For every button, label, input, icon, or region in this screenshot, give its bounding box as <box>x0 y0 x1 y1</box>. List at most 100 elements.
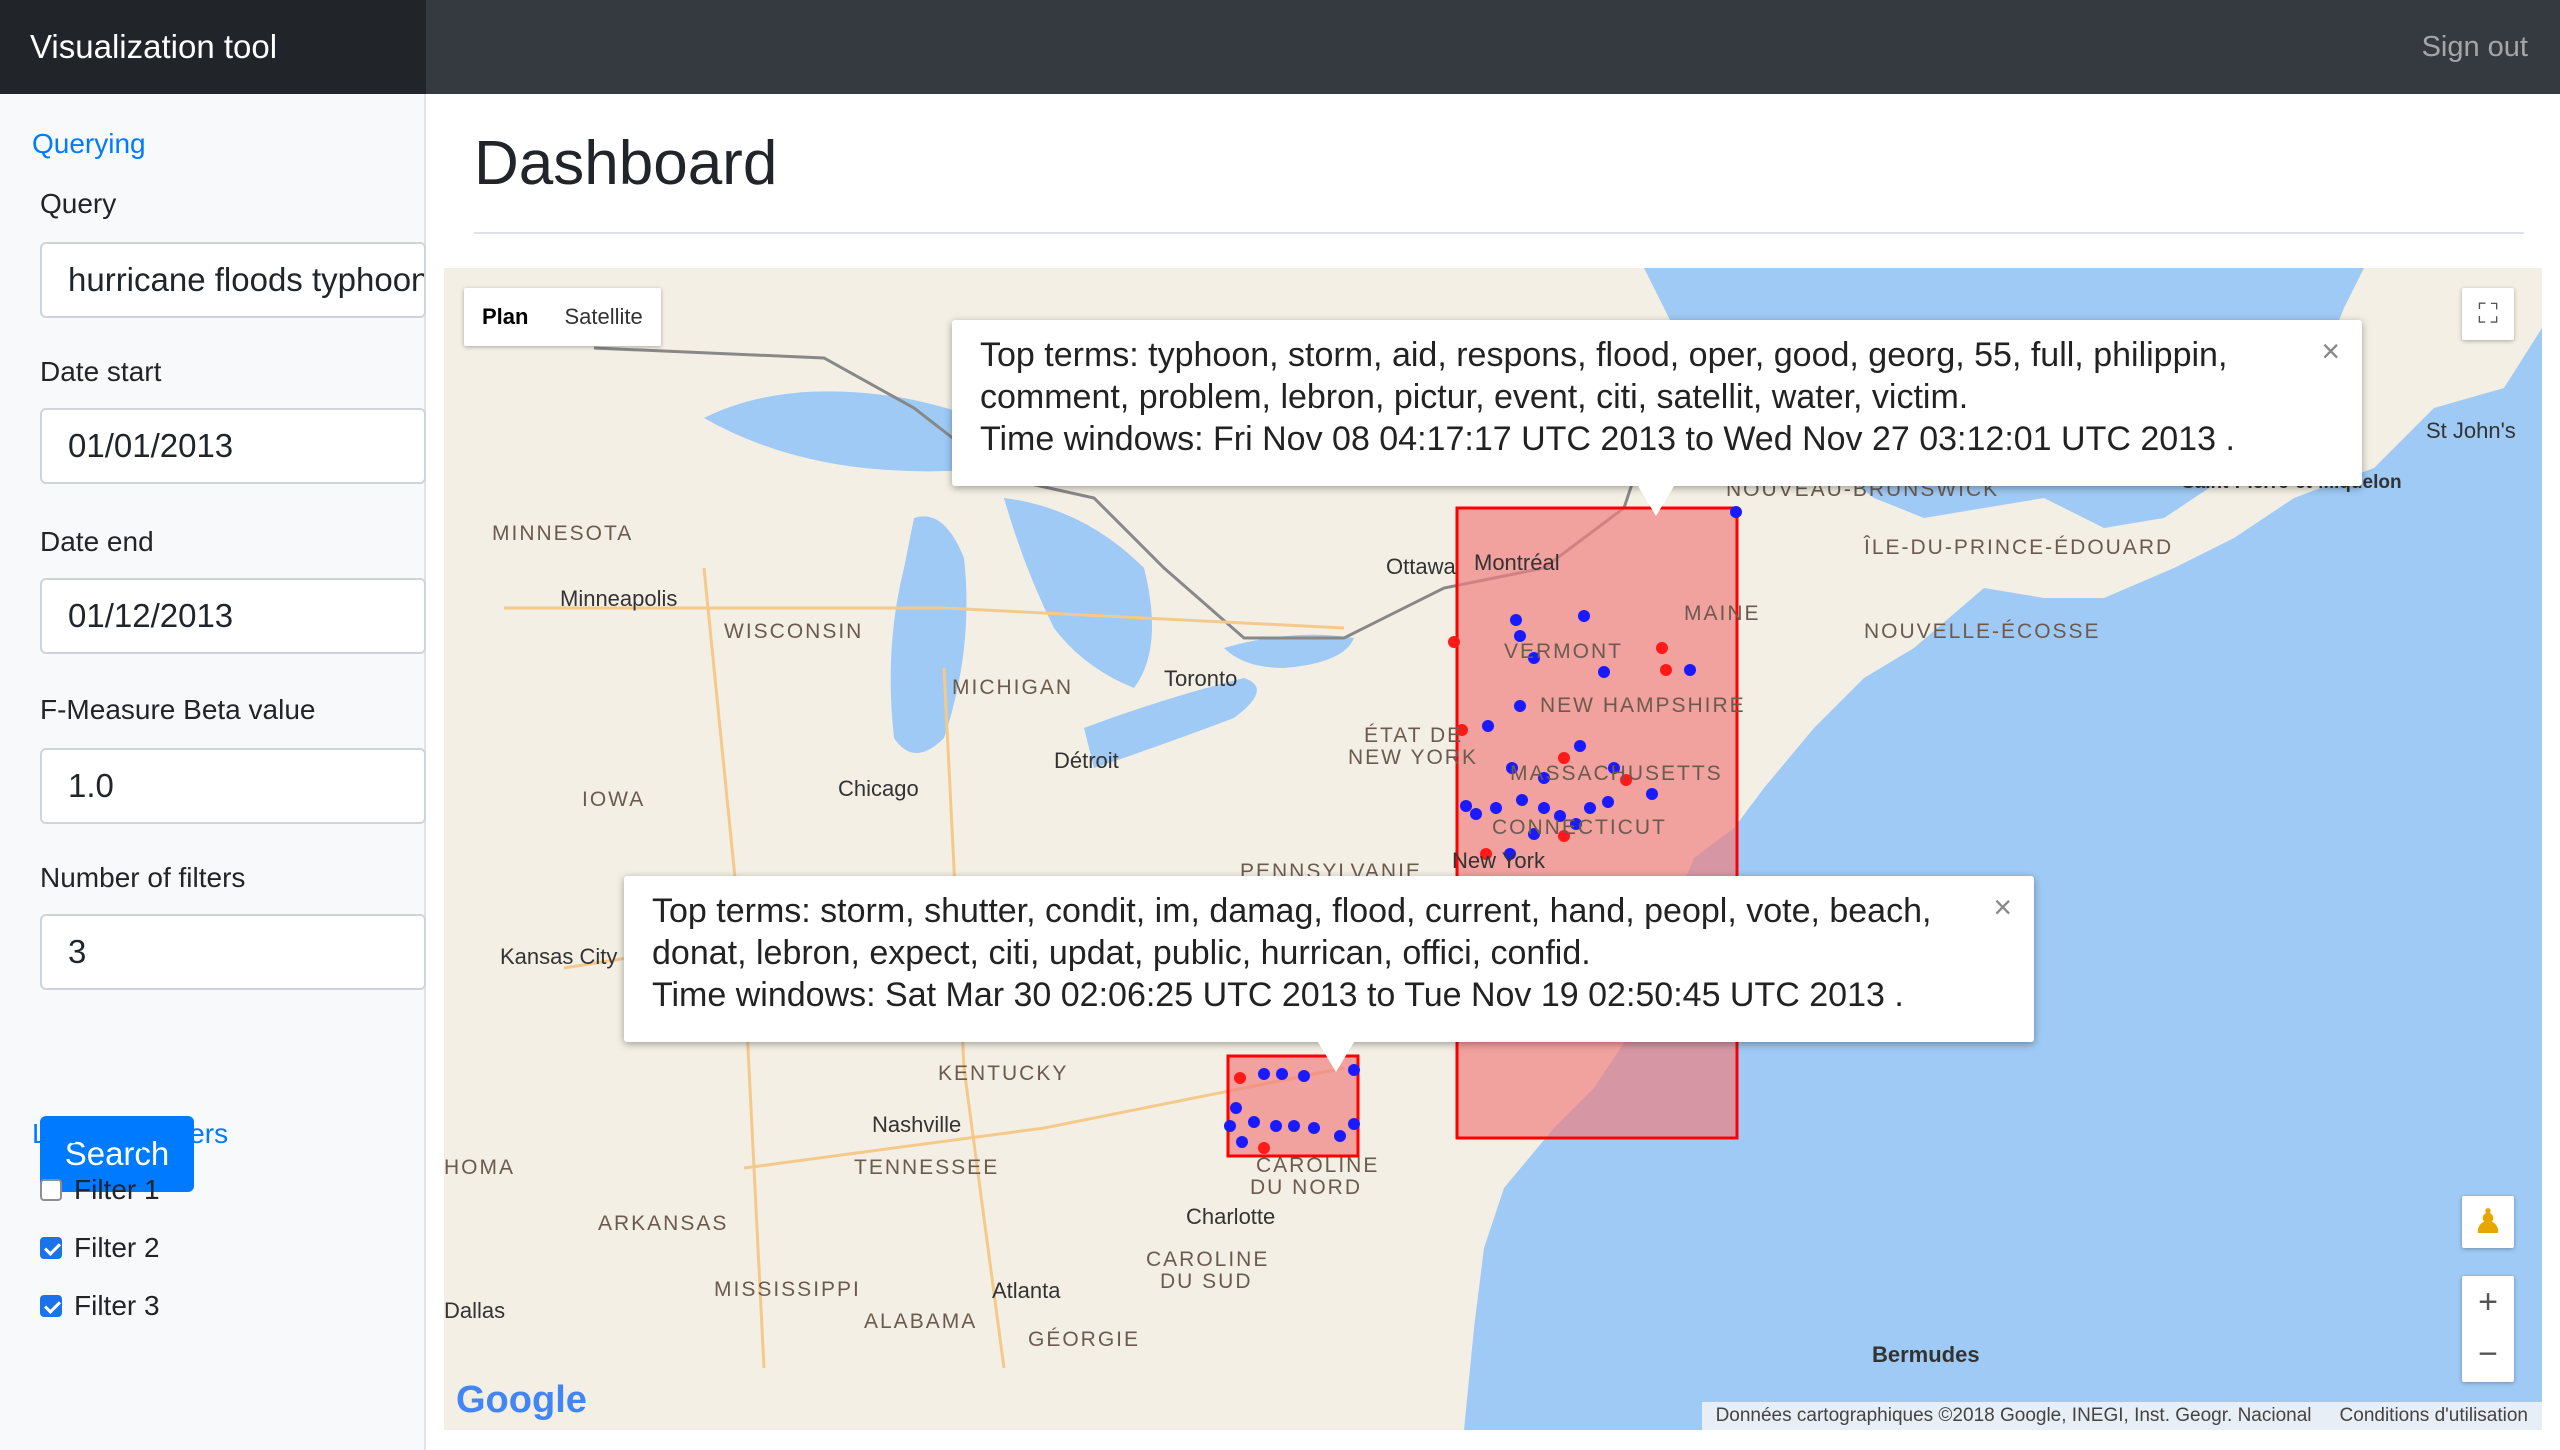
place-dallas: Dallas <box>444 1298 506 1323</box>
region-caroline-sud: CAROLINE <box>1146 1248 1270 1271</box>
place-new-york: New York <box>1452 848 1545 873</box>
time-start: Sat Mar 30 02:06:25 UTC 2013 <box>885 976 1358 1014</box>
region-caroline-sud-2: DU SUD <box>1160 1270 1253 1293</box>
region-alabama: ALABAMA <box>864 1310 978 1333</box>
place-kansas-city: Kansas City <box>500 944 618 969</box>
checkbox-checked[interactable] <box>40 1295 62 1317</box>
place-toronto: Toronto <box>1164 666 1238 691</box>
page-title: Dashboard <box>474 129 778 198</box>
region-vermont: VERMONT <box>1504 640 1623 663</box>
google-logo: Google <box>456 1379 587 1421</box>
terms-text: storm, shutter, condit, im, damag, flood… <box>652 892 1932 972</box>
date-start-label: Date start <box>40 356 162 387</box>
query-label: Query <box>40 188 117 219</box>
region-minnesota: MINNESOTA <box>492 522 634 545</box>
place-charlotte: Charlotte <box>1186 1204 1276 1229</box>
beta-label: F-Measure Beta value <box>40 694 316 725</box>
place-chicago: Chicago <box>838 776 919 801</box>
terms-label: Top terms: <box>652 892 811 930</box>
filter-3-label: Filter 3 <box>74 1290 160 1321</box>
terms-text: typhoon, storm, aid, respons, flood, ope… <box>980 336 2228 416</box>
terms-link[interactable]: Conditions d'utilisation <box>2326 1402 2542 1430</box>
info-window-carolina: × Top terms: storm, shutter, condit, im,… <box>624 876 2034 1072</box>
place-ottawa: Ottawa <box>1386 554 1456 579</box>
time-start: Fri Nov 08 04:17:17 UTC 2013 <box>1213 420 1677 458</box>
date-start-input[interactable]: 01/01/2013 <box>40 408 426 484</box>
region-mississippi: MISSISSIPPI <box>714 1278 861 1301</box>
close-icon[interactable]: × <box>2321 330 2340 372</box>
time-end: Wed Nov 27 03:12:01 UTC 2013 . <box>1723 420 2235 458</box>
region-etat-ny-2: NEW YORK <box>1348 746 1478 769</box>
filter-2-checkbox-row[interactable]: Filter 2 <box>40 1232 160 1264</box>
top-filters-link[interactable]: List of top filters <box>32 1118 228 1150</box>
fullscreen-icon[interactable]: ⛶ <box>2462 288 2514 340</box>
place-detroit: Détroit <box>1054 748 1119 773</box>
map-attribution: Données cartographiques ©2018 Google, IN… <box>1701 1402 2542 1430</box>
region-maine: MAINE <box>1684 602 1761 625</box>
close-icon[interactable]: × <box>1993 886 2012 928</box>
checkbox-checked[interactable] <box>40 1237 62 1259</box>
beta-input[interactable]: 1.0 <box>40 748 426 824</box>
region-connecticut: CONNECTICUT <box>1492 816 1667 839</box>
place-atlanta: Atlanta <box>992 1278 1061 1303</box>
info-time-line: Time windows: Sat Mar 30 02:06:25 UTC 20… <box>652 974 2006 1016</box>
filter-1-label: Filter 1 <box>74 1174 160 1205</box>
filters-count-input[interactable]: 3 <box>40 914 426 990</box>
zoom-control: + − <box>2462 1276 2514 1382</box>
region-massachusetts: MASSACHUSETTS <box>1510 762 1723 785</box>
zoom-in-icon[interactable]: + <box>2462 1276 2514 1328</box>
region-etat-ny: ÉTAT DE <box>1364 724 1464 747</box>
map-canvas[interactable]: Minneapolis Chicago Détroit Toronto Otta… <box>444 268 2542 1430</box>
region-iowa: IOWA <box>582 788 646 811</box>
region-oklahoma: HOMA <box>444 1156 515 1179</box>
filter-2-label: Filter 2 <box>74 1232 160 1263</box>
place-montreal: Montréal <box>1474 550 1560 575</box>
info-window-tail <box>1638 486 1674 516</box>
region-caroline-nord: CAROLINE <box>1256 1154 1380 1177</box>
time-to: to <box>1685 420 1714 458</box>
place-nashville: Nashville <box>872 1112 962 1137</box>
street-view-pegman-icon[interactable]: ♟ <box>2462 1196 2514 1248</box>
map-type-satellite-button[interactable]: Satellite <box>546 288 660 346</box>
app-brand[interactable]: Visualization tool <box>0 0 426 94</box>
info-window-tail <box>1318 1042 1354 1072</box>
region-georgie: GÉORGIE <box>1028 1328 1141 1351</box>
info-terms-line: Top terms: storm, shutter, condit, im, d… <box>652 890 2006 974</box>
time-label: Time windows: <box>652 976 876 1014</box>
top-navbar: Visualization tool Sign out <box>0 0 2560 94</box>
info-terms-line: Top terms: typhoon, storm, aid, respons,… <box>980 334 2334 418</box>
region-nouvelle-ecosse: NOUVELLE-ÉCOSSE <box>1864 620 2101 643</box>
map-type-control: Plan Satellite <box>464 288 661 346</box>
query-input[interactable]: hurricane floods typhoon <box>40 242 426 318</box>
info-window-northeast: × Top terms: typhoon, storm, aid, respon… <box>952 320 2362 516</box>
time-end: Tue Nov 19 02:50:45 UTC 2013 . <box>1404 976 1904 1014</box>
region-wisconsin: WISCONSIN <box>724 620 864 643</box>
querying-link[interactable]: Querying <box>32 128 146 160</box>
time-label: Time windows: <box>980 420 1204 458</box>
place-minneapolis: Minneapolis <box>560 586 678 611</box>
title-divider <box>474 232 2524 234</box>
filters-count-label: Number of filters <box>40 862 246 893</box>
terms-label: Top terms: <box>980 336 1139 374</box>
map-type-plan-button[interactable]: Plan <box>464 288 546 346</box>
filter-3-checkbox-row[interactable]: Filter 3 <box>40 1290 160 1322</box>
checkbox-unchecked[interactable] <box>40 1179 62 1201</box>
filter-1-checkbox-row[interactable]: Filter 1 <box>40 1174 160 1206</box>
region-kentucky: KENTUCKY <box>938 1062 1069 1085</box>
time-to: to <box>1366 976 1396 1014</box>
region-ile-prince: ÎLE-DU-PRINCE-ÉDOUARD <box>1864 536 2174 559</box>
region-new-hampshire: NEW HAMPSHIRE <box>1540 694 1746 717</box>
date-end-label: Date end <box>40 526 154 557</box>
sidebar: Querying Query hurricane floods typhoon … <box>0 94 426 1450</box>
sign-out-link[interactable]: Sign out <box>2422 0 2528 94</box>
region-tennessee: TENNESSEE <box>854 1156 1000 1179</box>
attribution-text: Données cartographiques ©2018 Google, IN… <box>1715 1405 2312 1426</box>
region-michigan: MICHIGAN <box>952 676 1073 699</box>
info-time-line: Time windows: Fri Nov 08 04:17:17 UTC 20… <box>980 418 2334 460</box>
region-caroline-nord-2: DU NORD <box>1250 1176 1362 1199</box>
place-st-johns: St John's <box>2426 418 2516 443</box>
zoom-out-icon[interactable]: − <box>2462 1328 2514 1380</box>
region-arkansas: ARKANSAS <box>598 1212 729 1235</box>
place-bermudes: Bermudes <box>1872 1342 1980 1367</box>
date-end-input[interactable]: 01/12/2013 <box>40 578 426 654</box>
